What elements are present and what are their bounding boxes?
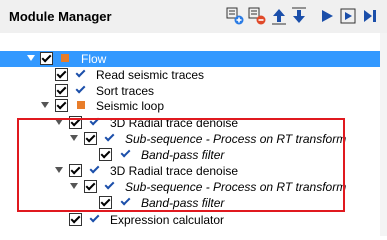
check-icon bbox=[77, 68, 83, 77]
fast-forward-icon[interactable] bbox=[362, 7, 380, 25]
checkbox[interactable] bbox=[55, 68, 68, 81]
tree-row-read-seismic-traces[interactable]: Read seismic traces bbox=[0, 67, 380, 83]
loop-marker-icon bbox=[77, 101, 85, 109]
tree-row-label: Flow bbox=[81, 52, 107, 66]
flow-marker-icon bbox=[61, 54, 69, 62]
checkbox[interactable] bbox=[55, 84, 68, 97]
checkbox[interactable] bbox=[69, 213, 82, 226]
vertical-scrollbar[interactable] bbox=[380, 33, 387, 236]
move-up-icon[interactable] bbox=[270, 7, 288, 25]
collapse-arrow-icon[interactable] bbox=[41, 102, 49, 108]
tree-row-label: Seismic loop bbox=[96, 99, 165, 113]
tree-row-flow[interactable]: Flow bbox=[0, 51, 380, 67]
highlight-box bbox=[17, 118, 345, 212]
title-bar: Module Manager bbox=[0, 0, 387, 33]
checkbox[interactable] bbox=[40, 52, 53, 65]
tree-row-seismic-loop[interactable]: Seismic loop bbox=[0, 98, 380, 114]
move-down-icon[interactable] bbox=[290, 7, 308, 25]
check-icon bbox=[91, 213, 97, 222]
checkbox[interactable] bbox=[55, 99, 68, 112]
tree-row-sort-traces[interactable]: Sort traces bbox=[0, 83, 380, 99]
step-icon[interactable] bbox=[340, 7, 358, 25]
check-icon bbox=[77, 84, 83, 93]
run-icon[interactable] bbox=[318, 7, 336, 25]
window-title: Module Manager bbox=[9, 9, 112, 24]
add-module-icon[interactable] bbox=[226, 7, 244, 25]
remove-module-icon[interactable] bbox=[248, 7, 266, 25]
tree-row-label: Read seismic traces bbox=[96, 68, 205, 82]
collapse-arrow-icon[interactable] bbox=[27, 55, 35, 61]
tree-row-label: Sort traces bbox=[96, 84, 155, 98]
tree-row-expression-calculator[interactable]: Expression calculator bbox=[0, 212, 380, 228]
tree-row-label: Expression calculator bbox=[110, 213, 225, 227]
